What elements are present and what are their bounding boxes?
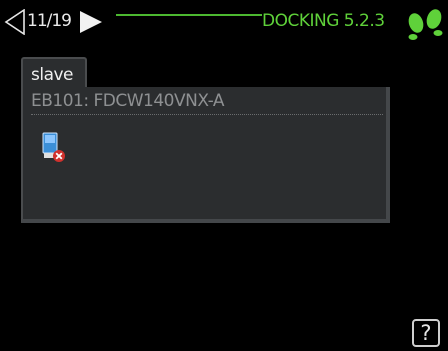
- page-counter: 11/19: [27, 11, 72, 31]
- title-divider: [116, 14, 262, 16]
- help-icon: ?: [420, 321, 432, 345]
- menu-title: DOCKING 5.2.3: [262, 11, 385, 31]
- chevron-left-icon[interactable]: [4, 9, 26, 35]
- slave-panel: EB101: FDCW140VNX-A: [21, 87, 390, 223]
- docking-screen: 11/19 DOCKING 5.2.3 slave 1 EB101: FDCW1…: [0, 0, 448, 351]
- top-bar: 11/19 DOCKING 5.2.3: [0, 0, 448, 40]
- dotted-divider: [31, 114, 383, 115]
- disconnected-device-icon: [42, 132, 65, 162]
- device-info: EB101: FDCW140VNX-A: [31, 91, 225, 111]
- tab-slave-1[interactable]: slave 1: [21, 57, 87, 105]
- footsteps-icon: [408, 9, 443, 40]
- help-button[interactable]: ?: [412, 319, 440, 347]
- chevron-right-icon[interactable]: [78, 10, 104, 34]
